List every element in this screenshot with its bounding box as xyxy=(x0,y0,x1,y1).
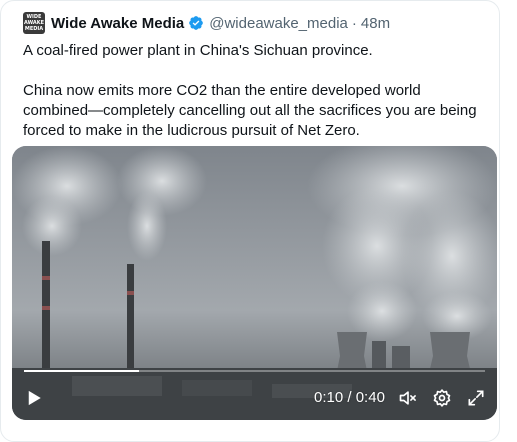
verified-badge-icon xyxy=(189,16,204,30)
video-timecode: 0:10 / 0:40 xyxy=(314,388,385,408)
fullscreen-icon[interactable] xyxy=(466,388,486,408)
separator-dot: · xyxy=(351,14,357,32)
video-player[interactable]: 0:10 / 0:40 xyxy=(12,146,497,420)
video-controls: 0:10 / 0:40 xyxy=(12,376,497,420)
progress-fill xyxy=(24,370,140,372)
tweet-paragraph-2: China now emits more CO2 than the entire… xyxy=(23,82,477,139)
tweet-text: A coal-fired power plant in China's Sich… xyxy=(23,41,488,141)
avatar[interactable]: WIDE AWAKE MEDIA xyxy=(23,12,45,34)
duration: 0:40 xyxy=(355,389,385,406)
settings-gear-icon[interactable] xyxy=(432,388,452,408)
mute-icon[interactable] xyxy=(398,388,418,408)
progress-bar[interactable] xyxy=(24,370,485,372)
tweet-header: WIDE AWAKE MEDIA Wide Awake Media @widea… xyxy=(23,12,390,34)
tweet-paragraph-1: A coal-fired power plant in China's Sich… xyxy=(23,42,373,59)
author-name[interactable]: Wide Awake Media xyxy=(51,15,184,32)
time-separator: / xyxy=(343,389,356,406)
current-time: 0:10 xyxy=(314,389,344,406)
timestamp[interactable]: 48m xyxy=(361,15,390,32)
author-handle[interactable]: @wideawake_media xyxy=(209,15,348,32)
play-icon[interactable] xyxy=(25,389,43,407)
avatar-text-3: MEDIA xyxy=(24,26,44,32)
